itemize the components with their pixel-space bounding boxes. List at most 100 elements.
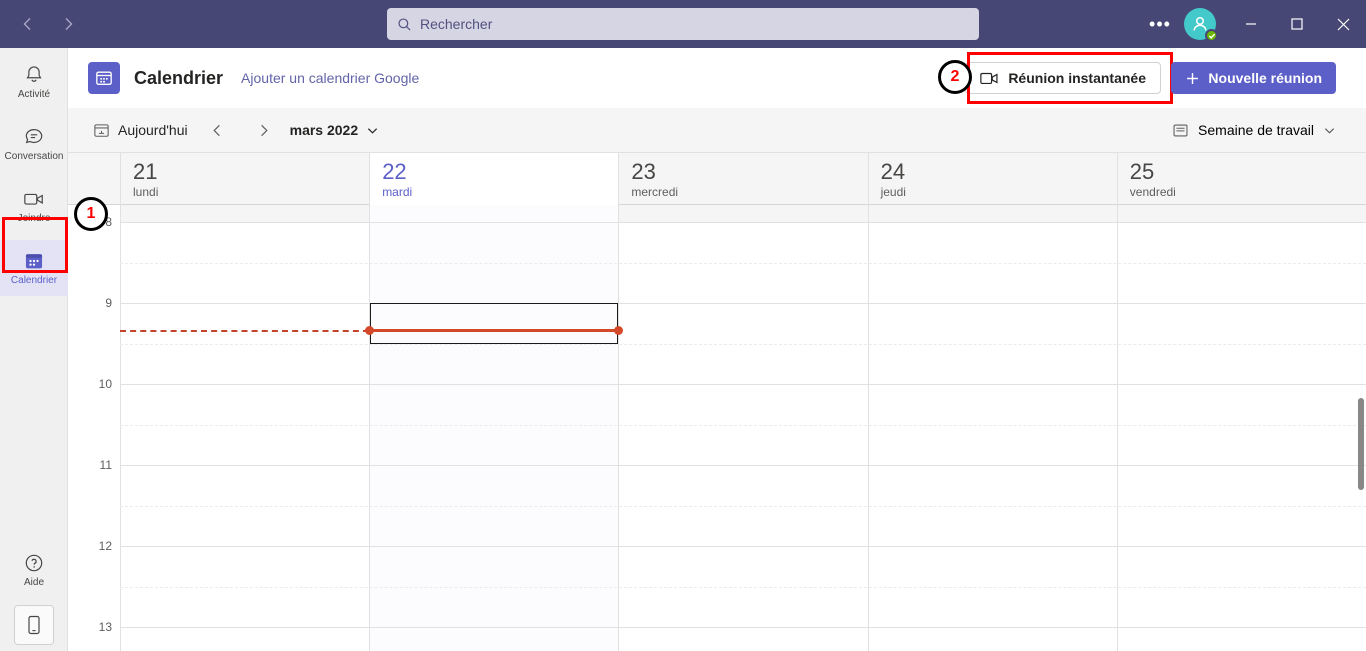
sidebar-item-activite[interactable]: Activité (0, 54, 68, 110)
today-button[interactable]: Aujourd'hui (93, 122, 188, 139)
instant-meeting-button[interactable]: Réunion instantanée (965, 62, 1161, 94)
instant-meeting-label: Réunion instantanée (1008, 70, 1146, 86)
day-name: vendredi (1129, 185, 1176, 199)
calendar-header: Calendrier Ajouter un calendrier Google … (68, 48, 1366, 108)
current-time-dot-start (364, 326, 374, 335)
video-camera-icon (24, 193, 43, 205)
back-button[interactable] (12, 8, 44, 40)
chevron-down-icon (368, 127, 378, 134)
half-hour-line (120, 424, 1366, 426)
sidebar-item-calendrier[interactable]: Calendrier (0, 240, 68, 296)
more-options-button[interactable]: ••• (1140, 0, 1180, 48)
hour-label: 13 (98, 620, 112, 634)
day-header-mardi[interactable]: 22 mardi (369, 153, 619, 205)
add-google-calendar-link[interactable]: Ajouter un calendrier Google (241, 70, 419, 86)
current-time-line (369, 329, 619, 332)
hour-line (120, 465, 1366, 466)
mobile-phone-icon (28, 615, 40, 635)
day-number: 23 (631, 159, 656, 184)
maximize-button[interactable] (1274, 0, 1320, 48)
grid-scrollbar[interactable] (1356, 205, 1366, 651)
next-week-button[interactable] (248, 114, 280, 146)
forward-button[interactable] (52, 8, 84, 40)
hour-label: 9 (105, 296, 112, 310)
maximize-icon (1291, 18, 1303, 30)
day-header-vendredi[interactable]: 25 vendredi (1116, 153, 1366, 205)
day-column-mercredi[interactable] (618, 205, 867, 651)
time-gutter: 8 9 10 11 12 13 (68, 205, 120, 651)
day-column-mardi[interactable] (369, 205, 619, 651)
day-number: 25 (1129, 159, 1155, 184)
sidebar-item-joindre[interactable]: Joindre (0, 178, 68, 234)
hour-label: 11 (99, 458, 112, 472)
half-hour-line (120, 343, 1366, 345)
avatar[interactable] (1184, 8, 1218, 42)
help-label: Aide (23, 577, 44, 588)
sidebar-item-label: Calendrier (10, 275, 58, 286)
day-number: 21 (133, 159, 158, 184)
calendar-grid[interactable]: 8 9 10 11 12 13 (68, 205, 1366, 651)
presence-badge (1205, 29, 1218, 42)
chevron-left-icon (213, 124, 220, 136)
window-controls-group: ••• (1140, 0, 1366, 48)
chevron-left-icon (23, 18, 31, 30)
day-column-lundi[interactable] (120, 205, 369, 651)
prev-week-button[interactable] (202, 114, 234, 146)
nav-arrows (12, 8, 84, 40)
half-hour-line (120, 505, 1366, 507)
day-column-jeudi[interactable] (867, 205, 1117, 651)
chevron-right-icon (65, 18, 73, 30)
sidebar-item-conversation[interactable]: Conversation (0, 116, 68, 172)
hour-line (120, 384, 1366, 385)
new-meeting-button[interactable]: Nouvelle réunion (1171, 62, 1336, 94)
calendar-toolbar: Aujourd'hui mars 2022 Semaine de travail (68, 108, 1366, 153)
search-icon (398, 17, 411, 31)
today-label: Aujourd'hui (118, 122, 188, 138)
calendar-icon (96, 71, 112, 86)
day-number: 22 (382, 159, 407, 184)
day-header-lundi[interactable]: 21 lundi (120, 153, 369, 205)
day-header-mercredi[interactable]: 23 mercredi (618, 153, 867, 205)
mobile-app-button[interactable] (14, 605, 54, 645)
view-layout-icon (1173, 124, 1188, 136)
day-name: mardi (382, 185, 413, 199)
chevron-right-icon (261, 124, 268, 136)
current-time-line-dashed (120, 330, 370, 332)
title-bar: Rechercher ••• (0, 0, 1366, 48)
day-headers: 21 lundi 22 mardi 23 mercredi 24 jeudi 25 vendred… (68, 153, 1366, 205)
day-name: lundi (133, 185, 159, 199)
help-button[interactable]: Aide (0, 543, 68, 597)
chevron-down-icon (1324, 127, 1335, 134)
day-number: 24 (880, 159, 906, 184)
left-rail: Activité Conversation Joindre Calendrier (0, 48, 68, 651)
sidebar-item-label: Conversation (4, 151, 64, 162)
time-slot-selection[interactable] (370, 303, 619, 344)
bell-icon (26, 66, 42, 82)
calendar-header-icon (88, 62, 120, 94)
annotation-marker-2: 2 (938, 60, 972, 94)
hour-line (120, 546, 1366, 547)
hour-line (120, 303, 1366, 304)
search-input[interactable]: Rechercher (387, 8, 979, 40)
page-title: Calendrier (134, 67, 224, 88)
view-label: Semaine de travail (1198, 122, 1314, 138)
day-header-jeudi[interactable]: 24 jeudi (867, 153, 1117, 205)
view-selector[interactable]: Semaine de travail (1172, 122, 1336, 139)
current-time-dot-end (613, 326, 623, 335)
minimize-icon (1246, 23, 1256, 25)
sidebar-item-label: Joindre (17, 213, 51, 224)
plus-icon (1187, 72, 1199, 84)
day-column-vendredi[interactable] (1116, 205, 1366, 651)
hour-label: 10 (98, 377, 112, 391)
minimize-button[interactable] (1228, 0, 1274, 48)
hour-line (120, 222, 1366, 223)
check-icon (1208, 33, 1215, 39)
grid-scrollbar-thumb[interactable] (1358, 398, 1364, 490)
month-label: mars 2022 (289, 122, 359, 138)
hour-label: 12 (98, 539, 112, 553)
day-name: jeudi (880, 185, 906, 199)
new-meeting-label: Nouvelle réunion (1208, 70, 1322, 86)
month-selector[interactable]: mars 2022 (290, 122, 380, 138)
close-button[interactable] (1320, 0, 1366, 48)
half-hour-line (120, 586, 1366, 588)
